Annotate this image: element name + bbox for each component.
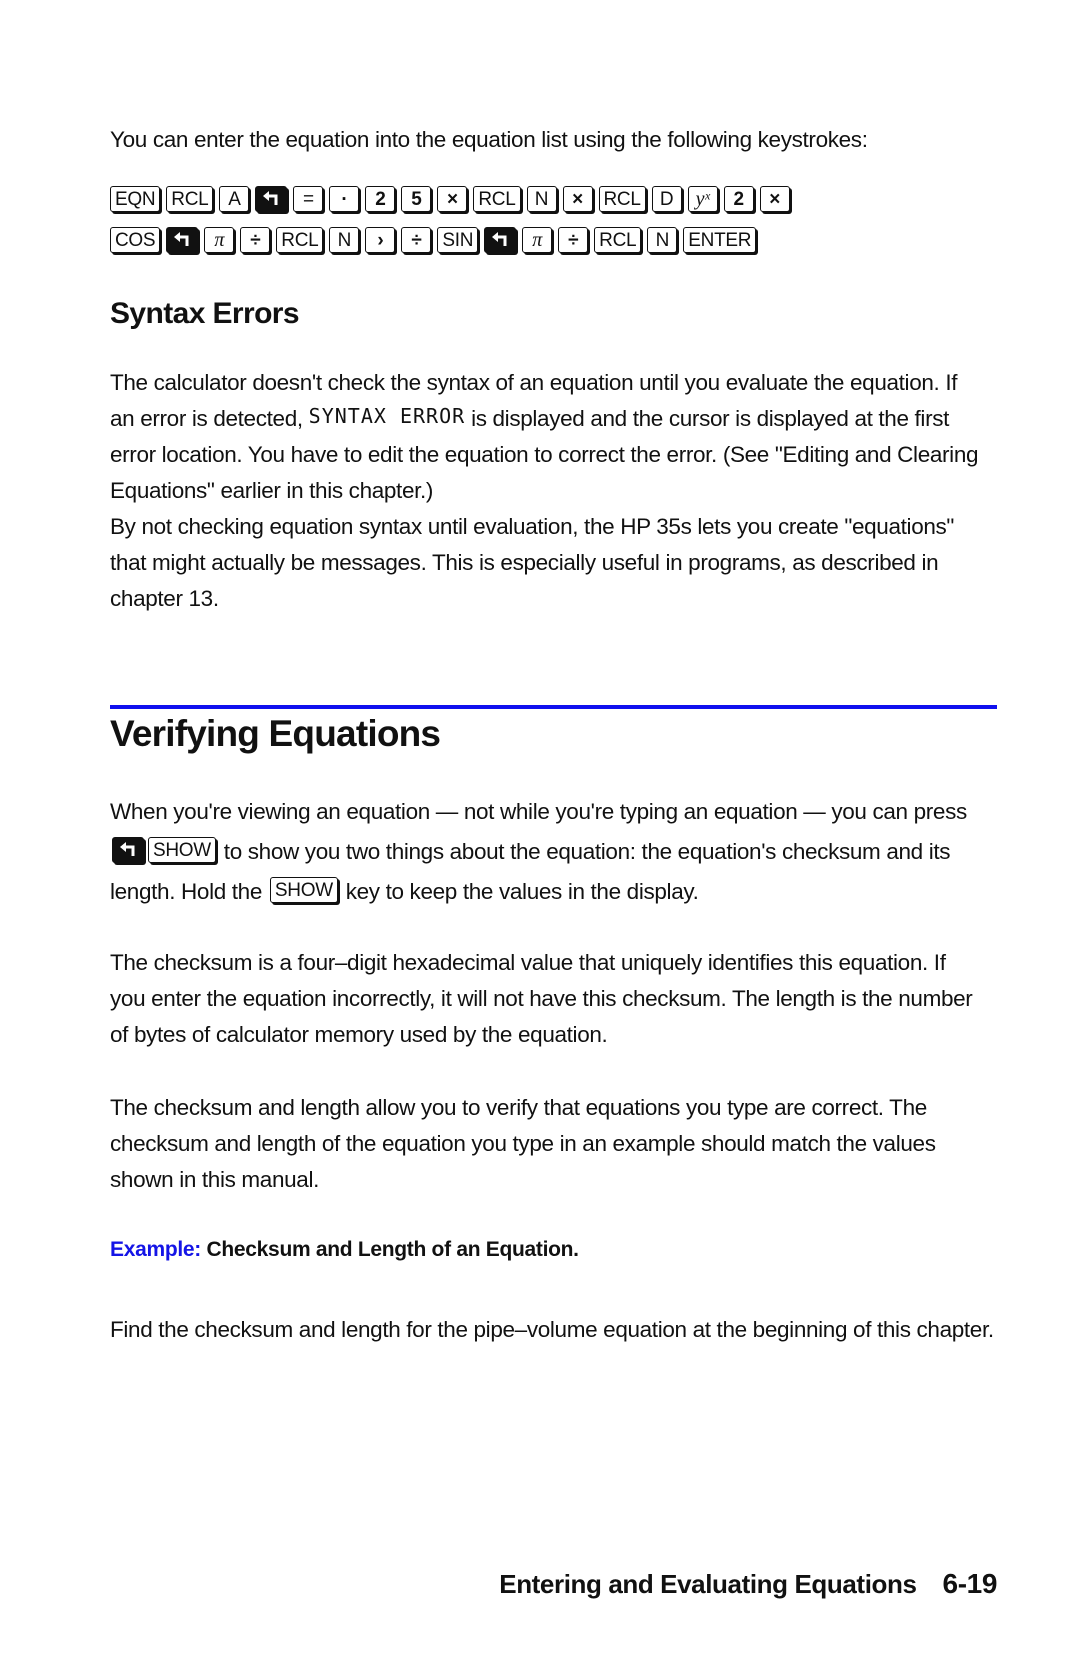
key-2-button[interactable]: 2 xyxy=(365,186,396,212)
show-key[interactable]: SHOW xyxy=(148,837,216,864)
key--button[interactable]: × xyxy=(562,186,593,212)
verifying-p1-part-c: key to keep the values in the display. xyxy=(339,879,699,904)
manual-page: You can enter the equation into the equa… xyxy=(110,0,997,1673)
example-heading: Example: Checksum and Length of an Equat… xyxy=(110,1232,579,1268)
key-5-button[interactable]: 5 xyxy=(401,186,432,212)
key--button[interactable]: π xyxy=(204,227,235,253)
syntax-errors-paragraph-1: The calculator doesn't check the syntax … xyxy=(110,365,980,509)
syntax-errors-heading: Syntax Errors xyxy=(110,297,300,330)
left-shift-arrow-icon xyxy=(492,232,507,246)
key--button[interactable]: π xyxy=(522,227,553,253)
key-d-button[interactable]: D xyxy=(651,186,682,212)
verifying-paragraph-1: When you're viewing an equation — not wh… xyxy=(110,792,990,912)
footer-page-number: 6-19 xyxy=(942,1568,998,1599)
key--button[interactable]: = xyxy=(293,186,324,212)
left-shift-arrow-icon xyxy=(174,232,189,246)
key--button[interactable]: › xyxy=(365,227,396,253)
keystroke-row-2: COS π ÷ RCL N › ÷ SIN π ÷ RCL N ENTER xyxy=(110,225,757,255)
show-key-2[interactable]: SHOW xyxy=(269,877,338,904)
key-sin-button[interactable]: SIN xyxy=(437,227,479,253)
keystroke-row-1: EQN RCL A = · 2 5 × RCL N × RCL Dyˣ 2 × xyxy=(110,184,790,214)
key-a-button[interactable]: A xyxy=(219,186,250,212)
key--button[interactable]: ÷ xyxy=(240,227,271,253)
key-y-button[interactable]: yˣ xyxy=(687,186,718,212)
footer-chapter-title: Entering and Evaluating Equations xyxy=(499,1569,917,1599)
key--button[interactable]: · xyxy=(329,186,360,212)
key-n-button[interactable]: N xyxy=(329,227,360,253)
key-rcl-button[interactable]: RCL xyxy=(594,227,642,253)
left-shift-key[interactable] xyxy=(484,227,517,253)
syntax-errors-paragraph-2: By not checking equation syntax until ev… xyxy=(110,514,955,611)
left-shift-key[interactable] xyxy=(255,186,288,212)
left-shift-arrow-icon xyxy=(120,842,135,857)
key-enter-button[interactable]: ENTER xyxy=(683,227,757,253)
left-shift-key[interactable] xyxy=(166,227,199,253)
key-n-button[interactable]: N xyxy=(526,186,557,212)
verifying-equations-heading: Verifying Equations xyxy=(110,713,441,754)
example-title: Checksum and Length of an Equation. xyxy=(206,1238,579,1261)
example-label: Example: xyxy=(110,1238,201,1261)
verifying-paragraph-4: Find the checksum and length for the pip… xyxy=(110,1317,994,1342)
key-eqn-button[interactable]: EQN xyxy=(110,186,161,212)
intro-text: You can enter the equation into the equa… xyxy=(110,127,868,152)
key--button[interactable]: ÷ xyxy=(401,227,432,253)
verifying-paragraph-2: The checksum is a four–digit hexadecimal… xyxy=(110,950,973,1047)
key--button[interactable]: ÷ xyxy=(558,227,589,253)
key-n-button[interactable]: N xyxy=(647,227,678,253)
key-cos-button[interactable]: COS xyxy=(110,227,161,253)
page-footer: Entering and Evaluating Equations 6-19 xyxy=(499,1568,997,1600)
key--button[interactable]: × xyxy=(437,186,468,212)
key-rcl-button[interactable]: RCL xyxy=(276,227,324,253)
section-divider-rule xyxy=(110,705,997,709)
left-shift-key[interactable] xyxy=(112,837,144,864)
key-rcl-button[interactable]: RCL xyxy=(166,186,214,212)
left-shift-arrow-icon xyxy=(263,191,278,205)
key--button[interactable]: × xyxy=(759,186,790,212)
syntax-error-display-text: SYNTAX ERROR xyxy=(308,404,466,428)
key-rcl-button[interactable]: RCL xyxy=(473,186,521,212)
verifying-p1-part-a: When you're viewing an equation — not wh… xyxy=(110,799,967,824)
key-2-button[interactable]: 2 xyxy=(723,186,754,212)
key-rcl-button[interactable]: RCL xyxy=(598,186,646,212)
verifying-paragraph-3: The checksum and length allow you to ver… xyxy=(110,1095,936,1192)
